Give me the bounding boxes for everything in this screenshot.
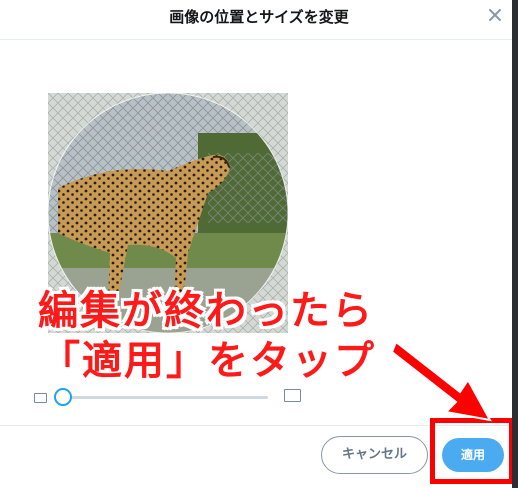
annotation-line-2: 「適用」をタップ [40,338,376,384]
zoom-slider-thumb[interactable] [54,388,72,406]
cancel-button[interactable]: キャンセル [321,436,428,474]
close-icon[interactable] [484,4,506,26]
red-arrow-icon [390,340,492,422]
dialog-header: 画像の位置とサイズを変更 [0,0,518,40]
zoom-slider-track[interactable] [56,396,268,399]
image-small-icon [34,393,47,403]
annotation-line-1: 編集が終わったら [38,288,374,334]
dialog-title: 画像の位置とサイズを変更 [169,8,349,26]
image-large-icon [284,389,301,402]
window-edge [512,0,518,488]
apply-highlight-box [430,418,514,484]
zoom-slider-row [34,386,304,406]
crop-dialog: 画像の位置とサイズを変更 キャンセル 適用 編集が終わったら 「適用」をタップ [0,0,518,488]
